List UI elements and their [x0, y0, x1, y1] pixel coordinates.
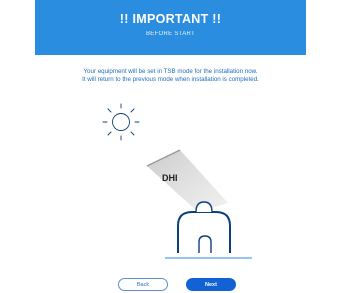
next-button[interactable]: Next: [186, 278, 236, 291]
beam-label: DHI: [162, 173, 178, 183]
back-button[interactable]: Back: [118, 278, 168, 291]
solar-tracker-icon: [177, 201, 231, 253]
installation-notice-screen: !! IMPORTANT !! BEFORE START Your equipm…: [0, 0, 341, 293]
tracker-illustration: DHI: [102, 103, 252, 259]
sun-icon: [102, 103, 140, 141]
dhi-beam: [146, 149, 228, 212]
